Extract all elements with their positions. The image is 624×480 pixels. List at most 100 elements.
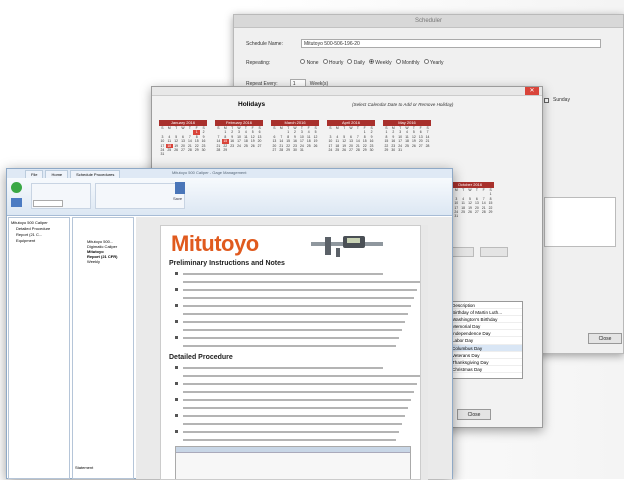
repeat-option-yearly[interactable]: Yearly xyxy=(423,59,444,66)
calendar-day[interactable]: 28 xyxy=(278,148,285,152)
add-button[interactable] xyxy=(480,247,508,257)
text-line xyxy=(183,313,408,315)
holidays-close-button[interactable]: Close xyxy=(457,409,491,420)
month-calendar[interactable]: March 2016 S M T W T F S 1 2 3 4 5 6 7 8 9 10 11 12 13 14 15 16… xyxy=(271,120,319,156)
list-item[interactable]: Washington's Birthday xyxy=(450,316,522,324)
holiday-list[interactable]: Description Birthday of Martin Luth... W… xyxy=(449,301,523,379)
calendar-day[interactable]: 25 xyxy=(404,144,411,148)
calendar-day[interactable]: 30 xyxy=(292,148,299,152)
list-item[interactable]: Memorial Day xyxy=(450,323,522,331)
close-icon[interactable]: ✕ xyxy=(525,87,539,95)
calendar-day[interactable]: 29 xyxy=(285,148,292,152)
list-item[interactable]: Description xyxy=(450,302,522,310)
text-line xyxy=(183,407,408,409)
scheduler-notes-box[interactable] xyxy=(544,197,616,247)
document-scrollbar[interactable] xyxy=(420,225,428,480)
calendar-day[interactable]: 27 xyxy=(348,148,355,152)
heading-preliminary: Preliminary Instructions and Notes xyxy=(169,260,285,267)
text-line xyxy=(183,305,411,307)
text-line xyxy=(183,345,396,347)
text-line xyxy=(183,281,420,283)
tab-file[interactable]: File xyxy=(25,170,44,178)
schedule-name-label: Schedule Name: xyxy=(246,40,283,47)
text-line xyxy=(183,439,396,441)
tab-schedule-procedures[interactable]: Schedule Procedures xyxy=(70,170,121,178)
calendar-day[interactable]: 29 xyxy=(487,210,494,214)
save-label[interactable]: Save xyxy=(173,196,182,201)
calendar-day[interactable]: 30 xyxy=(368,148,375,152)
calendar-day[interactable]: 26 xyxy=(467,210,474,214)
font-size-input[interactable] xyxy=(33,200,63,207)
calendar-day[interactable]: 30 xyxy=(200,148,207,152)
calendar-day[interactable]: 31 xyxy=(453,214,460,218)
document-page[interactable]: Mitutoyo Preliminary Instructions and No… xyxy=(160,225,426,480)
calendar-day[interactable]: 26 xyxy=(173,148,180,152)
list-item[interactable]: Christmas Day xyxy=(450,366,522,373)
list-item[interactable]: Birthday of Martin Luth... xyxy=(450,309,522,317)
sunday-checkbox-row[interactable]: Sunday xyxy=(544,97,570,103)
refresh-icon[interactable] xyxy=(11,182,22,193)
calendar-day[interactable]: 29 xyxy=(361,148,368,152)
calendar-day[interactable]: 30 xyxy=(390,148,397,152)
schedule-name-row: Schedule Name: Mitutoyo 500-506-196-20 xyxy=(246,39,601,48)
list-item[interactable]: Labor Day xyxy=(450,337,522,345)
calendar-day[interactable]: 26 xyxy=(341,148,348,152)
calendar-day[interactable]: 31 xyxy=(298,148,305,152)
calendar-day[interactable]: 25 xyxy=(242,144,249,148)
list-item[interactable]: Thanksgiving Day xyxy=(450,359,522,366)
calendar-day[interactable]: 25 xyxy=(166,148,173,152)
calendar-day[interactable]: 28 xyxy=(186,148,193,152)
calendar-day[interactable]: 23 xyxy=(229,144,236,148)
calendar-day[interactable]: 26 xyxy=(410,144,417,148)
calendar-day[interactable]: 29 xyxy=(193,148,200,152)
list-item[interactable]: Columbus Day xyxy=(450,344,522,352)
calendar-day[interactable]: 28 xyxy=(215,148,222,152)
calendar-day[interactable]: 27 xyxy=(271,148,278,152)
calendar-day[interactable]: 25 xyxy=(305,144,312,148)
calendar-day[interactable]: 31 xyxy=(397,148,404,152)
repeat-option-monthly[interactable]: Monthly xyxy=(395,59,420,66)
sunday-checkbox[interactable] xyxy=(544,97,549,103)
holidays-titlebar xyxy=(152,87,542,96)
status-label: Statement xyxy=(75,465,94,470)
calendar-day[interactable]: 29 xyxy=(222,148,229,152)
month-calendar[interactable]: February 2016 S M T W T F S 1 2 3 4 5 6 7 8 9 10 11 12 13 14 1… xyxy=(215,120,263,156)
month-calendar[interactable]: May 2016 S M T W T F S 1 2 3 4 5 6 7 8 9 10 11 12 13 14 15 16 17… xyxy=(383,120,431,156)
calendar-day[interactable]: 29 xyxy=(383,148,390,152)
calendar-day[interactable]: 24 xyxy=(327,148,334,152)
calendar-day[interactable]: 25 xyxy=(460,210,467,214)
calendar-day[interactable]: 27 xyxy=(180,148,187,152)
open-icon[interactable] xyxy=(11,198,22,207)
bullet-icon xyxy=(175,366,178,369)
list-item[interactable]: Independence Day xyxy=(450,330,522,338)
list-item[interactable]: Veterans Day xyxy=(450,352,522,359)
repeat-option-daily[interactable]: Daily xyxy=(347,59,365,66)
text-line xyxy=(183,391,414,393)
repeat-option-none[interactable]: None xyxy=(300,59,319,66)
scheduler-close-button[interactable]: Close xyxy=(588,333,622,344)
table-header xyxy=(176,447,410,453)
calendar-day[interactable]: 28 xyxy=(354,148,361,152)
results-table[interactable] xyxy=(175,446,411,479)
tab-home[interactable]: Home xyxy=(45,170,69,178)
calendar-day[interactable]: 25 xyxy=(334,148,341,152)
calendar-day[interactable]: 28 xyxy=(424,144,431,148)
month-calendar[interactable]: April 2016 S M T W T F S 1 2 3 4 5 6 7 8 9 10 11 12 13 14 15 16… xyxy=(327,120,375,156)
caliper-icon xyxy=(311,236,383,257)
calendar-day[interactable]: 26 xyxy=(249,144,256,148)
calendar-day[interactable]: 28 xyxy=(480,210,487,214)
calendar-day[interactable]: 27 xyxy=(473,210,480,214)
calendar-day[interactable]: 26 xyxy=(312,144,319,148)
calendar-day[interactable]: 31 xyxy=(159,152,166,156)
save-icon[interactable] xyxy=(175,182,185,194)
repeat-option-weekly[interactable]: Weekly xyxy=(368,59,392,66)
tree-item[interactable]: Equipment xyxy=(11,238,67,244)
calendar-day[interactable]: 24 xyxy=(236,144,243,148)
month-calendar[interactable]: October 2016SMTWTFS123456789101112131415… xyxy=(446,182,494,218)
calendar-day[interactable]: 27 xyxy=(256,144,263,148)
text-line xyxy=(183,321,405,323)
month-calendar[interactable]: January 2016 S M T W T F S 1 2 3 4 5 6 7 8 9 10 11 12 13 14 15… xyxy=(159,120,207,156)
schedule-name-input[interactable]: Mitutoyo 500-506-196-20 xyxy=(300,39,601,48)
repeat-option-hourly[interactable]: Hourly xyxy=(322,59,343,66)
calendar-day[interactable]: 27 xyxy=(417,144,424,148)
